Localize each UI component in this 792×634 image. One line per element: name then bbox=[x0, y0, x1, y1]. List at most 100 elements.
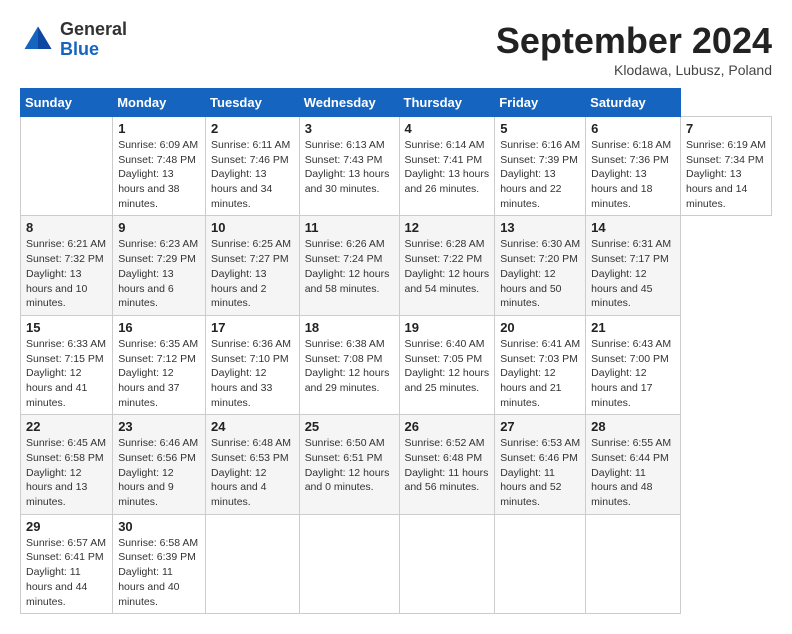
day-info: Sunrise: 6:52 AMSunset: 6:48 PMDaylight:… bbox=[405, 436, 490, 495]
day-number: 12 bbox=[405, 220, 490, 235]
day-number: 10 bbox=[211, 220, 294, 235]
day-info: Sunrise: 6:38 AMSunset: 7:08 PMDaylight:… bbox=[305, 337, 394, 396]
calendar-day-header: Tuesday bbox=[206, 89, 300, 117]
calendar-day-header: Wednesday bbox=[299, 89, 399, 117]
calendar-day-header: Sunday bbox=[21, 89, 113, 117]
day-info: Sunrise: 6:26 AMSunset: 7:24 PMDaylight:… bbox=[305, 237, 394, 296]
day-info: Sunrise: 6:41 AMSunset: 7:03 PMDaylight:… bbox=[500, 337, 580, 410]
calendar-cell: 21Sunrise: 6:43 AMSunset: 7:00 PMDayligh… bbox=[586, 315, 681, 414]
calendar-body: 1 Sunrise: 6:09 AMSunset: 7:48 PMDaylight… bbox=[21, 117, 772, 614]
day-number: 25 bbox=[305, 419, 394, 434]
calendar-cell: 22 Sunrise: 6:45 AMSunset: 6:58 PMDayligh… bbox=[21, 415, 113, 514]
day-info: Sunrise: 6:09 AMSunset: 7:48 PMDaylight:… bbox=[118, 138, 200, 211]
day-number: 16 bbox=[118, 320, 200, 335]
calendar-cell: 19 Sunrise: 6:40 AMSunset: 7:05 PMDayligh… bbox=[399, 315, 495, 414]
day-number: 18 bbox=[305, 320, 394, 335]
day-number: 21 bbox=[591, 320, 675, 335]
day-info: Sunrise: 6:11 AMSunset: 7:46 PMDaylight:… bbox=[211, 138, 294, 211]
calendar-cell bbox=[399, 514, 495, 613]
day-info: Sunrise: 6:19 AMSunset: 7:34 PMDaylight:… bbox=[686, 138, 766, 211]
page-header: General Blue September 2024 Klodawa, Lub… bbox=[20, 20, 772, 78]
day-info: Sunrise: 6:58 AMSunset: 6:39 PMDaylight:… bbox=[118, 536, 200, 609]
day-number: 1 bbox=[118, 121, 200, 136]
day-number: 7 bbox=[686, 121, 766, 136]
day-number: 24 bbox=[211, 419, 294, 434]
calendar-cell: 11 Sunrise: 6:26 AMSunset: 7:24 PMDayligh… bbox=[299, 216, 399, 315]
calendar-cell: 3 Sunrise: 6:13 AMSunset: 7:43 PMDaylight… bbox=[299, 117, 399, 216]
day-number: 3 bbox=[305, 121, 394, 136]
calendar-cell: 13 Sunrise: 6:30 AMSunset: 7:20 PMDayligh… bbox=[495, 216, 586, 315]
day-number: 26 bbox=[405, 419, 490, 434]
day-info: Sunrise: 6:57 AMSunset: 6:41 PMDaylight:… bbox=[26, 536, 107, 609]
calendar-cell: 15Sunrise: 6:33 AMSunset: 7:15 PMDayligh… bbox=[21, 315, 113, 414]
calendar-day-header: Friday bbox=[495, 89, 586, 117]
calendar-cell: 26 Sunrise: 6:52 AMSunset: 6:48 PMDayligh… bbox=[399, 415, 495, 514]
day-info: Sunrise: 6:45 AMSunset: 6:58 PMDaylight:… bbox=[26, 436, 107, 509]
day-info: Sunrise: 6:18 AMSunset: 7:36 PMDaylight:… bbox=[591, 138, 675, 211]
logo: General Blue bbox=[20, 20, 127, 60]
day-number: 13 bbox=[500, 220, 580, 235]
day-number: 9 bbox=[118, 220, 200, 235]
calendar-cell: 14 Sunrise: 6:31 AMSunset: 7:17 PMDayligh… bbox=[586, 216, 681, 315]
day-info: Sunrise: 6:28 AMSunset: 7:22 PMDaylight:… bbox=[405, 237, 490, 296]
day-number: 8 bbox=[26, 220, 107, 235]
calendar-cell bbox=[299, 514, 399, 613]
location: Klodawa, Lubusz, Poland bbox=[496, 62, 772, 78]
calendar-table: SundayMondayTuesdayWednesdayThursdayFrid… bbox=[20, 88, 772, 614]
day-number: 28 bbox=[591, 419, 675, 434]
calendar-week-row: 1 Sunrise: 6:09 AMSunset: 7:48 PMDaylight… bbox=[21, 117, 772, 216]
calendar-cell: 5Sunrise: 6:16 AMSunset: 7:39 PMDaylight… bbox=[495, 117, 586, 216]
calendar-cell: 17Sunrise: 6:36 AMSunset: 7:10 PMDayligh… bbox=[206, 315, 300, 414]
day-number: 20 bbox=[500, 320, 580, 335]
logo-icon bbox=[20, 22, 56, 58]
calendar-cell: 24Sunrise: 6:48 AMSunset: 6:53 PMDayligh… bbox=[206, 415, 300, 514]
calendar-cell: 16Sunrise: 6:35 AMSunset: 7:12 PMDayligh… bbox=[113, 315, 206, 414]
day-info: Sunrise: 6:23 AMSunset: 7:29 PMDaylight:… bbox=[118, 237, 200, 310]
day-number: 22 bbox=[26, 419, 107, 434]
day-number: 27 bbox=[500, 419, 580, 434]
month-title: September 2024 bbox=[496, 20, 772, 62]
calendar-week-row: 22 Sunrise: 6:45 AMSunset: 6:58 PMDayligh… bbox=[21, 415, 772, 514]
calendar-cell: 27Sunrise: 6:53 AMSunset: 6:46 PMDayligh… bbox=[495, 415, 586, 514]
day-number: 14 bbox=[591, 220, 675, 235]
calendar-week-row: 8Sunrise: 6:21 AMSunset: 7:32 PMDaylight… bbox=[21, 216, 772, 315]
calendar-cell: 25 Sunrise: 6:50 AMSunset: 6:51 PMDayligh… bbox=[299, 415, 399, 514]
day-number: 19 bbox=[405, 320, 490, 335]
calendar-cell: 4Sunrise: 6:14 AMSunset: 7:41 PMDaylight… bbox=[399, 117, 495, 216]
day-info: Sunrise: 6:55 AMSunset: 6:44 PMDaylight:… bbox=[591, 436, 675, 509]
calendar-cell: 8Sunrise: 6:21 AMSunset: 7:32 PMDaylight… bbox=[21, 216, 113, 315]
calendar-cell bbox=[586, 514, 681, 613]
day-info: Sunrise: 6:36 AMSunset: 7:10 PMDaylight:… bbox=[211, 337, 294, 410]
day-number: 2 bbox=[211, 121, 294, 136]
day-number: 29 bbox=[26, 519, 107, 534]
calendar-cell: 23 Sunrise: 6:46 AMSunset: 6:56 PMDayligh… bbox=[113, 415, 206, 514]
day-info: Sunrise: 6:13 AMSunset: 7:43 PMDaylight:… bbox=[305, 138, 394, 197]
calendar-cell bbox=[21, 117, 113, 216]
day-number: 6 bbox=[591, 121, 675, 136]
calendar-cell: 6 Sunrise: 6:18 AMSunset: 7:36 PMDaylight… bbox=[586, 117, 681, 216]
day-info: Sunrise: 6:14 AMSunset: 7:41 PMDaylight:… bbox=[405, 138, 490, 197]
calendar-day-header: Thursday bbox=[399, 89, 495, 117]
calendar-cell bbox=[206, 514, 300, 613]
calendar-cell: 9 Sunrise: 6:23 AMSunset: 7:29 PMDaylight… bbox=[113, 216, 206, 315]
calendar-cell: 2 Sunrise: 6:11 AMSunset: 7:46 PMDaylight… bbox=[206, 117, 300, 216]
day-number: 5 bbox=[500, 121, 580, 136]
calendar-week-row: 29 Sunrise: 6:57 AMSunset: 6:41 PMDayligh… bbox=[21, 514, 772, 613]
calendar-day-header: Saturday bbox=[586, 89, 681, 117]
day-info: Sunrise: 6:31 AMSunset: 7:17 PMDaylight:… bbox=[591, 237, 675, 310]
calendar-header-row: SundayMondayTuesdayWednesdayThursdayFrid… bbox=[21, 89, 772, 117]
day-number: 11 bbox=[305, 220, 394, 235]
calendar-day-header: Monday bbox=[113, 89, 206, 117]
day-info: Sunrise: 6:50 AMSunset: 6:51 PMDaylight:… bbox=[305, 436, 394, 495]
day-info: Sunrise: 6:30 AMSunset: 7:20 PMDaylight:… bbox=[500, 237, 580, 310]
day-number: 23 bbox=[118, 419, 200, 434]
day-info: Sunrise: 6:40 AMSunset: 7:05 PMDaylight:… bbox=[405, 337, 490, 396]
calendar-week-row: 15Sunrise: 6:33 AMSunset: 7:15 PMDayligh… bbox=[21, 315, 772, 414]
day-number: 30 bbox=[118, 519, 200, 534]
calendar-cell: 10Sunrise: 6:25 AMSunset: 7:27 PMDayligh… bbox=[206, 216, 300, 315]
calendar-cell bbox=[495, 514, 586, 613]
day-info: Sunrise: 6:46 AMSunset: 6:56 PMDaylight:… bbox=[118, 436, 200, 509]
calendar-cell: 20 Sunrise: 6:41 AMSunset: 7:03 PMDayligh… bbox=[495, 315, 586, 414]
logo-general: General bbox=[60, 19, 127, 39]
calendar-cell: 1 Sunrise: 6:09 AMSunset: 7:48 PMDaylight… bbox=[113, 117, 206, 216]
